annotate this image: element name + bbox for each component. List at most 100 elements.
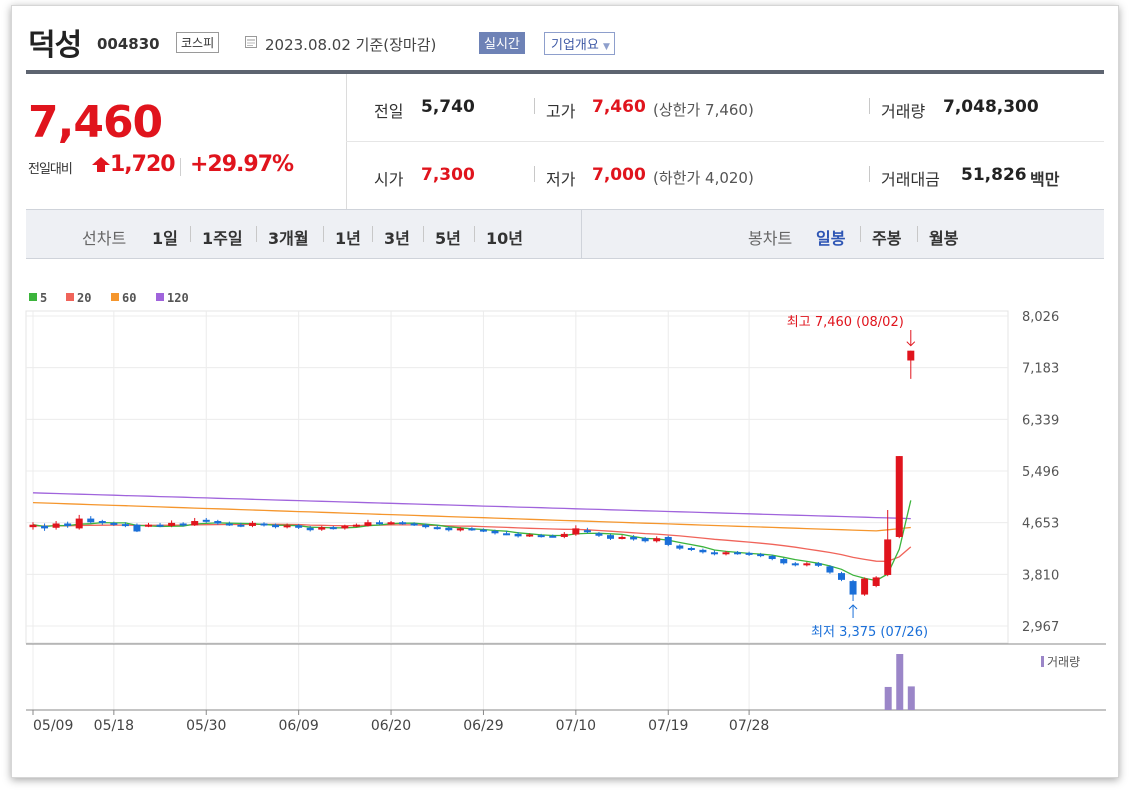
candle-body	[595, 533, 603, 536]
x-tick-label: 06/29	[463, 718, 503, 734]
candle-body	[468, 528, 476, 531]
candle-body	[202, 519, 210, 522]
candle-body	[179, 523, 187, 526]
candle-body	[260, 523, 268, 526]
candle-body	[156, 524, 164, 527]
candle-body	[341, 525, 349, 529]
candle-body	[225, 523, 233, 526]
candle-body	[722, 552, 730, 555]
candle-body	[456, 528, 464, 531]
candle-body	[87, 518, 95, 523]
x-tick-label: 07/10	[556, 718, 596, 734]
x-tick-label: 06/09	[278, 718, 318, 734]
volume-bar	[896, 654, 904, 710]
candle-body	[133, 524, 141, 532]
candle-body	[583, 530, 591, 533]
y-tick-label: 5,496	[1022, 465, 1059, 480]
candle-body	[780, 559, 788, 564]
candle-body	[75, 518, 83, 529]
ma5-line	[32, 500, 912, 582]
candle-body	[664, 536, 672, 545]
candle-body	[376, 522, 383, 525]
candle-body	[364, 522, 372, 526]
legend-label: 60	[122, 291, 136, 305]
y-tick-label: 4,653	[1022, 517, 1059, 532]
candle-body	[560, 533, 568, 537]
y-tick-label: 6,339	[1022, 413, 1059, 428]
y-tick-label: 8,026	[1022, 310, 1059, 325]
candle-body	[745, 552, 753, 555]
candle-body	[248, 522, 256, 526]
candle-body	[306, 527, 314, 531]
x-tick-label: 07/19	[648, 718, 688, 734]
candle-body	[768, 555, 776, 560]
candle-body	[110, 522, 118, 525]
candle-body	[526, 534, 534, 537]
candle-body	[618, 536, 626, 539]
candle-body	[757, 554, 765, 557]
volume-bar	[907, 686, 915, 710]
candle-body	[641, 538, 649, 542]
candle-body	[329, 527, 337, 530]
candle-body	[410, 523, 418, 526]
candle-body	[318, 527, 326, 530]
candle-body	[445, 527, 453, 531]
candle-body	[491, 530, 499, 534]
candle-body	[272, 524, 280, 528]
candle-body	[514, 533, 522, 537]
candle-body	[653, 538, 661, 542]
legend-swatch	[29, 293, 37, 301]
x-tick-label: 05/18	[94, 718, 134, 734]
candle-body	[710, 552, 718, 555]
candle-body	[572, 528, 580, 535]
candle-body	[191, 521, 199, 526]
legend-label: 120	[167, 291, 189, 305]
candle-body	[387, 522, 395, 525]
candle-body	[352, 524, 360, 527]
y-tick-label: 3,810	[1022, 568, 1059, 583]
candle-body	[676, 545, 684, 549]
volume-legend-swatch	[1041, 656, 1044, 667]
candle-body	[283, 525, 291, 528]
candle-body	[907, 350, 915, 361]
candle-body	[630, 536, 638, 540]
candle-body	[734, 552, 742, 555]
y-tick-label: 7,183	[1022, 362, 1059, 377]
candlestick-chart: 8,026 7,183 6,339 5,496 4,653 3,810 2,967 5 20 60…	[25, 291, 1106, 734]
legend-label: 5	[40, 291, 47, 305]
x-tick-label: 07/28	[729, 718, 769, 734]
candle-body	[791, 563, 799, 566]
candle-body	[861, 578, 869, 595]
candle-body	[422, 524, 430, 528]
candle-body	[537, 535, 545, 538]
candle-body	[503, 533, 511, 536]
candle-body	[214, 521, 222, 524]
x-tick-label: 06/20	[371, 718, 411, 734]
candle-body	[168, 522, 176, 526]
candle-body	[41, 525, 49, 529]
candle-body	[64, 523, 72, 526]
legend-label: 20	[77, 291, 91, 305]
candle-body	[29, 524, 37, 528]
candle-body	[295, 525, 303, 528]
volume-bar	[884, 686, 892, 710]
x-tick-label: 05/09	[33, 718, 73, 734]
low-annotation: 최저 3,375 (07/26)	[811, 625, 928, 640]
candle-body	[433, 527, 441, 530]
candle-body	[803, 563, 811, 566]
candle-body	[549, 535, 557, 538]
candle-body	[145, 524, 152, 527]
candle-body	[826, 566, 834, 573]
candle-body	[895, 456, 903, 537]
candle-body	[479, 529, 487, 532]
candle-body	[52, 523, 60, 528]
candle-body	[814, 563, 822, 566]
x-tick-label: 05/30	[186, 718, 226, 734]
candle-body	[687, 547, 695, 550]
legend-swatch	[111, 293, 119, 301]
candle-body	[884, 539, 892, 575]
legend-swatch	[66, 293, 74, 301]
y-tick-label: 2,967	[1022, 620, 1059, 635]
candle-body	[121, 524, 129, 527]
plot-area	[25, 310, 1009, 644]
